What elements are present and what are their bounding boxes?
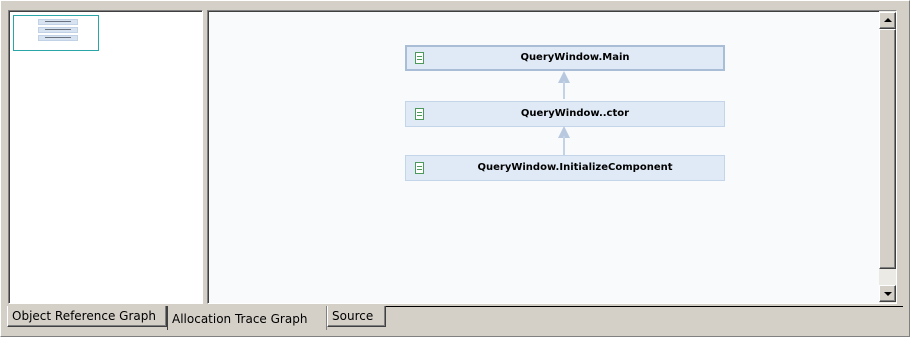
tab-allocation-trace-graph[interactable]: Allocation Trace Graph [167, 306, 327, 330]
graph-overview-pane[interactable] [8, 10, 203, 304]
allocation-trace-graph-canvas[interactable]: QueryWindow.Main QueryWindow..ctor Query… [207, 10, 897, 304]
graph-node-querywindow-main[interactable]: QueryWindow.Main [405, 45, 725, 71]
tab-object-reference-graph[interactable]: Object Reference Graph [7, 306, 167, 327]
overview-node [38, 35, 78, 41]
tab-source[interactable]: Source [327, 306, 386, 327]
graph-node-querywindow-ctor[interactable]: QueryWindow..ctor [405, 101, 725, 127]
vertical-scrollbar[interactable] [879, 11, 896, 303]
arrow-up-icon [884, 18, 892, 22]
document-icon [415, 52, 424, 64]
scroll-up-button[interactable] [879, 12, 896, 29]
scroll-down-button[interactable] [879, 285, 896, 302]
overview-node [38, 19, 78, 25]
graph-node-label: QueryWindow.Main [520, 52, 630, 63]
view-tabstrip: Object Reference Graph Allocation Trace … [0, 306, 910, 337]
graph-node-label: QueryWindow..ctor [520, 108, 630, 119]
document-icon [415, 162, 424, 174]
overview-node [38, 27, 78, 33]
graph-node-label: QueryWindow.InitializeComponent [477, 162, 673, 173]
scrollbar-thumb[interactable] [879, 29, 896, 269]
overview-viewport-indicator[interactable] [13, 15, 99, 51]
graph-node-querywindow-initializecomponent[interactable]: QueryWindow.InitializeComponent [405, 155, 725, 181]
arrow-down-icon [884, 292, 892, 296]
document-icon [415, 108, 424, 120]
